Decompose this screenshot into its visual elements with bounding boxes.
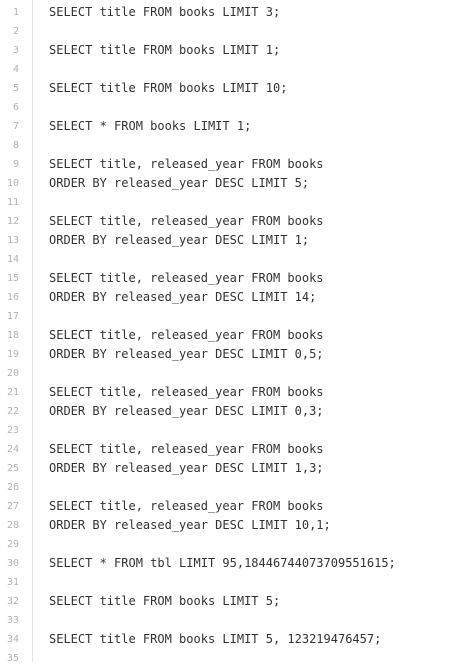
code-text[interactable]: SELECT * FROM books LIMIT 1;: [19, 117, 251, 136]
line-number: 32: [6, 596, 19, 607]
code-text[interactable]: ORDER BY released_year DESC LIMIT 5;: [19, 174, 309, 193]
code-line[interactable]: 5 SELECT title FROM books LIMIT 10;: [0, 79, 459, 98]
line-number: 13: [6, 235, 19, 246]
code-line[interactable]: 19 ORDER BY released_year DESC LIMIT 0,5;: [0, 345, 459, 364]
code-line[interactable]: 4: [0, 60, 459, 79]
code-line[interactable]: 16 ORDER BY released_year DESC LIMIT 14;: [0, 288, 459, 307]
code-line[interactable]: 27 SELECT title, released_year FROM books: [0, 497, 459, 516]
code-line[interactable]: 3 SELECT title FROM books LIMIT 1;: [0, 41, 459, 60]
line-number: 21: [6, 387, 19, 398]
code-text[interactable]: SELECT * FROM tbl LIMIT 95,1844674407370…: [19, 554, 396, 573]
code-line[interactable]: 34 SELECT title FROM books LIMIT 5, 12321…: [0, 630, 459, 649]
line-number: 7: [12, 121, 19, 132]
code-line[interactable]: 18 SELECT title, released_year FROM books: [0, 326, 459, 345]
code-text[interactable]: ORDER BY released_year DESC LIMIT 0,3;: [19, 402, 324, 421]
code-line[interactable]: 2: [0, 22, 459, 41]
code-line[interactable]: 26: [0, 478, 459, 497]
line-number: 27: [6, 501, 19, 512]
line-number: 15: [6, 273, 19, 284]
code-lines[interactable]: 1 SELECT title FROM books LIMIT 3; 2 3 SELEC…: [0, 3, 459, 668]
code-line[interactable]: 6: [0, 98, 459, 117]
code-line[interactable]: 22 ORDER BY released_year DESC LIMIT 0,3;: [0, 402, 459, 421]
line-number: 8: [12, 140, 19, 151]
line-number: 24: [6, 444, 19, 455]
code-line[interactable]: 20: [0, 364, 459, 383]
line-number: 23: [6, 425, 19, 436]
line-number: 19: [6, 349, 19, 360]
code-line[interactable]: 10 ORDER BY released_year DESC LIMIT 5;: [0, 174, 459, 193]
line-number: 25: [6, 463, 19, 474]
code-line[interactable]: 11: [0, 193, 459, 212]
code-line[interactable]: 12 SELECT title, released_year FROM books: [0, 212, 459, 231]
line-number: 14: [6, 254, 19, 265]
code-line[interactable]: 33: [0, 611, 459, 630]
line-number: 3: [12, 45, 19, 56]
code-line[interactable]: 30 SELECT * FROM tbl LIMIT 95,18446744073…: [0, 554, 459, 573]
code-text[interactable]: ORDER BY released_year DESC LIMIT 0,5;: [19, 345, 324, 364]
code-text[interactable]: SELECT title, released_year FROM books: [19, 269, 324, 288]
code-line[interactable]: 21 SELECT title, released_year FROM books: [0, 383, 459, 402]
code-text[interactable]: SELECT title, released_year FROM books: [19, 440, 324, 459]
code-text[interactable]: SELECT title FROM books LIMIT 3;: [19, 3, 280, 22]
code-line[interactable]: 25 ORDER BY released_year DESC LIMIT 1,3;: [0, 459, 459, 478]
line-number: 22: [6, 406, 19, 417]
code-line[interactable]: 24 SELECT title, released_year FROM books: [0, 440, 459, 459]
code-text[interactable]: ORDER BY released_year DESC LIMIT 14;: [19, 288, 316, 307]
code-text[interactable]: SELECT title, released_year FROM books: [19, 326, 324, 345]
code-line[interactable]: 14: [0, 250, 459, 269]
line-number: 12: [6, 216, 19, 227]
line-number: 6: [12, 102, 19, 113]
code-text[interactable]: SELECT title FROM books LIMIT 1;: [19, 41, 280, 60]
line-number: 5: [12, 83, 19, 94]
line-number: 30: [6, 558, 19, 569]
code-line[interactable]: 15 SELECT title, released_year FROM books: [0, 269, 459, 288]
code-line[interactable]: 13 ORDER BY released_year DESC LIMIT 1;: [0, 231, 459, 250]
code-text[interactable]: SELECT title FROM books LIMIT 5;: [19, 592, 280, 611]
line-number: 26: [6, 482, 19, 493]
code-text[interactable]: SELECT title, released_year FROM books: [19, 383, 324, 402]
code-text[interactable]: ORDER BY released_year DESC LIMIT 1;: [19, 231, 309, 250]
line-number: 28: [6, 520, 19, 531]
line-number: 9: [12, 159, 19, 170]
code-editor[interactable]: 1 SELECT title FROM books LIMIT 3; 2 3 SELEC…: [0, 0, 459, 664]
line-number: 4: [12, 64, 19, 75]
line-number: 33: [6, 615, 19, 626]
line-number: 18: [6, 330, 19, 341]
line-number: 17: [6, 311, 19, 322]
code-line[interactable]: 8: [0, 136, 459, 155]
code-line[interactable]: 23: [0, 421, 459, 440]
code-text[interactable]: SELECT title FROM books LIMIT 10;: [19, 79, 287, 98]
line-number: 2: [12, 26, 19, 37]
code-text[interactable]: SELECT title, released_year FROM books: [19, 155, 324, 174]
code-line[interactable]: 17: [0, 307, 459, 326]
line-number: 29: [6, 539, 19, 550]
code-text[interactable]: SELECT title, released_year FROM books: [19, 212, 324, 231]
code-text[interactable]: ORDER BY released_year DESC LIMIT 1,3;: [19, 459, 324, 478]
code-text[interactable]: ORDER BY released_year DESC LIMIT 10,1;: [19, 516, 331, 535]
line-number: 34: [6, 634, 19, 645]
line-number: 16: [6, 292, 19, 303]
line-number: 10: [6, 178, 19, 189]
code-line[interactable]: 7 SELECT * FROM books LIMIT 1;: [0, 117, 459, 136]
code-text[interactable]: SELECT title, released_year FROM books: [19, 497, 324, 516]
code-line[interactable]: 32 SELECT title FROM books LIMIT 5;: [0, 592, 459, 611]
code-line[interactable]: 28 ORDER BY released_year DESC LIMIT 10,1…: [0, 516, 459, 535]
code-line[interactable]: 29: [0, 535, 459, 554]
line-number: 35: [6, 653, 19, 664]
code-line[interactable]: 1 SELECT title FROM books LIMIT 3;: [0, 3, 459, 22]
line-number: 1: [12, 7, 19, 18]
code-line[interactable]: 31: [0, 573, 459, 592]
code-line[interactable]: 35: [0, 649, 459, 668]
code-text[interactable]: SELECT title FROM books LIMIT 5, 1232194…: [19, 630, 381, 649]
code-line[interactable]: 9 SELECT title, released_year FROM books: [0, 155, 459, 174]
line-number: 31: [6, 577, 19, 588]
line-number: 11: [6, 197, 19, 208]
line-number: 20: [6, 368, 19, 379]
